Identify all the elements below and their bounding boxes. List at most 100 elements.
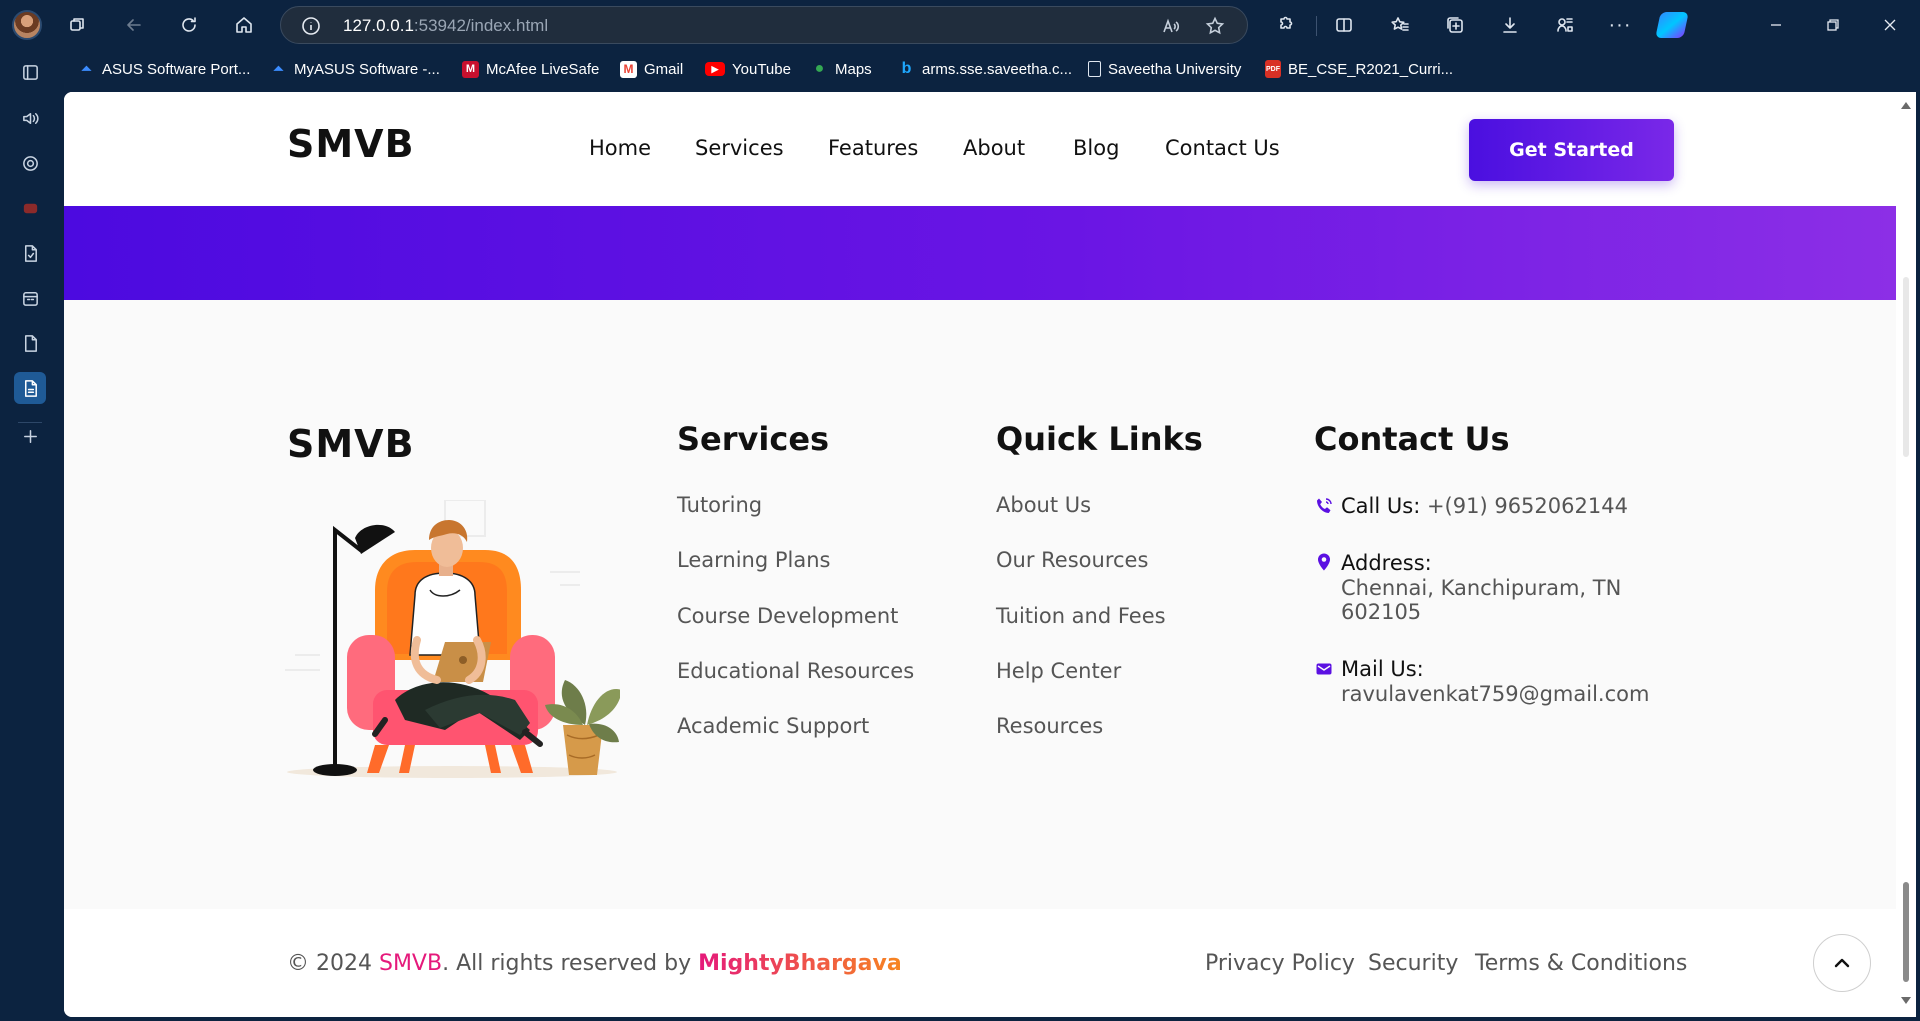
web-viewport: SMVB Home Services Features About Blog C… [64, 92, 1916, 1017]
document-app-icon[interactable] [14, 237, 46, 269]
phone-icon [1314, 496, 1334, 516]
browser-titlebar: 127.0.0.1:53942/index.html ··· [0, 0, 1920, 50]
footer-services-title: Services [677, 420, 830, 458]
footer-link-academic-support[interactable]: Academic Support [677, 714, 869, 738]
footer-link-educational-resources[interactable]: Educational Resources [677, 659, 914, 683]
purple-banner [64, 206, 1896, 300]
favorites-icon[interactable] [1384, 9, 1416, 41]
location-pin-icon [1314, 552, 1334, 572]
split-screen-icon[interactable] [1328, 9, 1360, 41]
bing-icon: b [901, 60, 912, 77]
scroll-track [1903, 277, 1909, 457]
nav-features[interactable]: Features [828, 136, 918, 160]
copyright-brand: SMVB [378, 951, 443, 976]
extensions-icon[interactable] [1268, 9, 1300, 41]
page-icon [1088, 61, 1101, 77]
nav-home[interactable]: Home [589, 136, 651, 160]
nav-services[interactable]: Services [695, 136, 784, 160]
bookmark-asus-software-portal[interactable]: ⏶ ASUS Software Port... [78, 59, 250, 79]
maps-icon: ● [814, 60, 825, 77]
privacy-policy-link[interactable]: Privacy Policy [1205, 951, 1355, 976]
footer-link-learning-plans[interactable]: Learning Plans [677, 548, 830, 572]
speaker-icon[interactable] [14, 102, 46, 134]
page-scrollbar[interactable] [1896, 92, 1916, 1017]
mail-us-label: Mail Us: [1341, 657, 1424, 681]
bookmark-gmail[interactable]: M Gmail [620, 59, 683, 79]
scroll-down-arrow-icon[interactable] [1901, 997, 1911, 1004]
nav-blog[interactable]: Blog [1073, 136, 1119, 160]
author-link[interactable]: MightyBhargava [698, 951, 902, 976]
phone-number[interactable]: +(91) 9652062144 [1427, 494, 1628, 518]
nav-about[interactable]: About [963, 136, 1025, 160]
back-icon[interactable] [118, 9, 150, 41]
asus-icon: ⏶ [81, 61, 92, 76]
security-link[interactable]: Security [1368, 951, 1458, 976]
bookmark-maps[interactable]: ● Maps [811, 59, 872, 79]
pdf-icon: PDF [1265, 60, 1281, 78]
footer-link-help-center[interactable]: Help Center [996, 659, 1121, 683]
more-menu-icon[interactable]: ··· [1604, 9, 1636, 41]
read-aloud-icon[interactable] [1159, 14, 1183, 38]
nav-contact-us[interactable]: Contact Us [1165, 136, 1280, 160]
copyright-text: © 2024 SMVB. All rights reserved by Migh… [287, 951, 902, 976]
bookmark-saveetha-university[interactable]: Saveetha University [1088, 59, 1241, 79]
footer-contact-title: Contact Us [1314, 420, 1510, 458]
youtube-app-icon[interactable] [14, 192, 46, 224]
footer-bottom-bar: © 2024 SMVB. All rights reserved by Migh… [64, 909, 1896, 1017]
edge-sidebar [0, 50, 60, 1021]
footer-link-course-development[interactable]: Course Development [677, 604, 898, 628]
restore-icon[interactable] [1817, 9, 1849, 41]
close-icon[interactable] [1874, 9, 1906, 41]
url-text[interactable]: 127.0.0.1:53942/index.html [343, 16, 548, 36]
terms-conditions-link[interactable]: Terms & Conditions [1475, 951, 1687, 976]
profile-avatar[interactable] [12, 10, 42, 40]
get-started-button[interactable]: Get Started [1469, 119, 1674, 181]
footer-quick-links-title: Quick Links [996, 420, 1203, 458]
footer-link-our-resources[interactable]: Our Resources [996, 548, 1148, 572]
tab-actions-icon[interactable] [14, 56, 46, 88]
file-app-icon[interactable] [14, 327, 46, 359]
bookmark-youtube[interactable]: ▶ YouTube [705, 59, 791, 79]
site-info-icon[interactable] [301, 16, 321, 36]
footer-logo[interactable]: SMVB [287, 422, 415, 466]
refresh-icon[interactable] [173, 9, 205, 41]
mcafee-icon: M [462, 60, 479, 78]
add-app-icon[interactable] [14, 420, 46, 452]
chevron-up-icon [1834, 958, 1850, 968]
browser-essentials-icon[interactable] [1549, 9, 1581, 41]
youtube-icon: ▶ [705, 62, 725, 76]
active-file-app-icon[interactable] [14, 372, 46, 404]
address-bar[interactable]: 127.0.0.1:53942/index.html [280, 6, 1248, 44]
bookmark-arms-saveetha[interactable]: b arms.sse.saveetha.c... [898, 59, 1072, 79]
mail-icon [1314, 659, 1334, 679]
gmail-icon: M [620, 60, 637, 78]
toolbar-divider [1316, 16, 1317, 36]
back-to-top-button[interactable] [1813, 934, 1871, 992]
bookmark-myasus-software[interactable]: ⏶ MyASUS Software -... [270, 59, 440, 79]
site-logo[interactable]: SMVB [287, 122, 415, 166]
bookmarks-bar: ⏶ ASUS Software Port... ⏶ MyASUS Softwar… [64, 50, 1920, 88]
workspaces-icon[interactable] [62, 9, 94, 41]
openai-app-icon[interactable] [14, 147, 46, 179]
scroll-thumb[interactable] [1903, 882, 1909, 982]
footer-link-resources[interactable]: Resources [996, 714, 1103, 738]
copilot-icon[interactable] [1655, 12, 1689, 38]
email-address[interactable]: ravulavenkat759@gmail.com [1341, 682, 1649, 706]
bookmark-mcafee-livesafe[interactable]: M McAfee LiveSafe [462, 59, 599, 79]
bookmark-be-cse-curriculum[interactable]: PDF BE_CSE_R2021_Curri... [1265, 59, 1453, 79]
favorite-star-icon[interactable] [1203, 14, 1227, 38]
footer-link-tutoring[interactable]: Tutoring [677, 493, 762, 517]
scroll-up-arrow-icon[interactable] [1901, 102, 1911, 109]
calendar-app-icon[interactable] [14, 282, 46, 314]
collections-icon[interactable] [1439, 9, 1471, 41]
minimize-icon[interactable] [1760, 9, 1792, 41]
footer-link-tuition-and-fees[interactable]: Tuition and Fees [996, 604, 1166, 628]
home-icon[interactable] [228, 9, 260, 41]
address-label: Address: [1341, 551, 1432, 575]
person-on-armchair-illustration [285, 500, 620, 778]
asus-icon: ⏶ [273, 61, 284, 76]
downloads-icon[interactable] [1494, 9, 1526, 41]
footer-link-about-us[interactable]: About Us [996, 493, 1091, 517]
address-value: Chennai, Kanchipuram, TN 602105 [1341, 576, 1622, 624]
call-us-label: Call Us: +(91) 9652062144 [1341, 494, 1628, 518]
